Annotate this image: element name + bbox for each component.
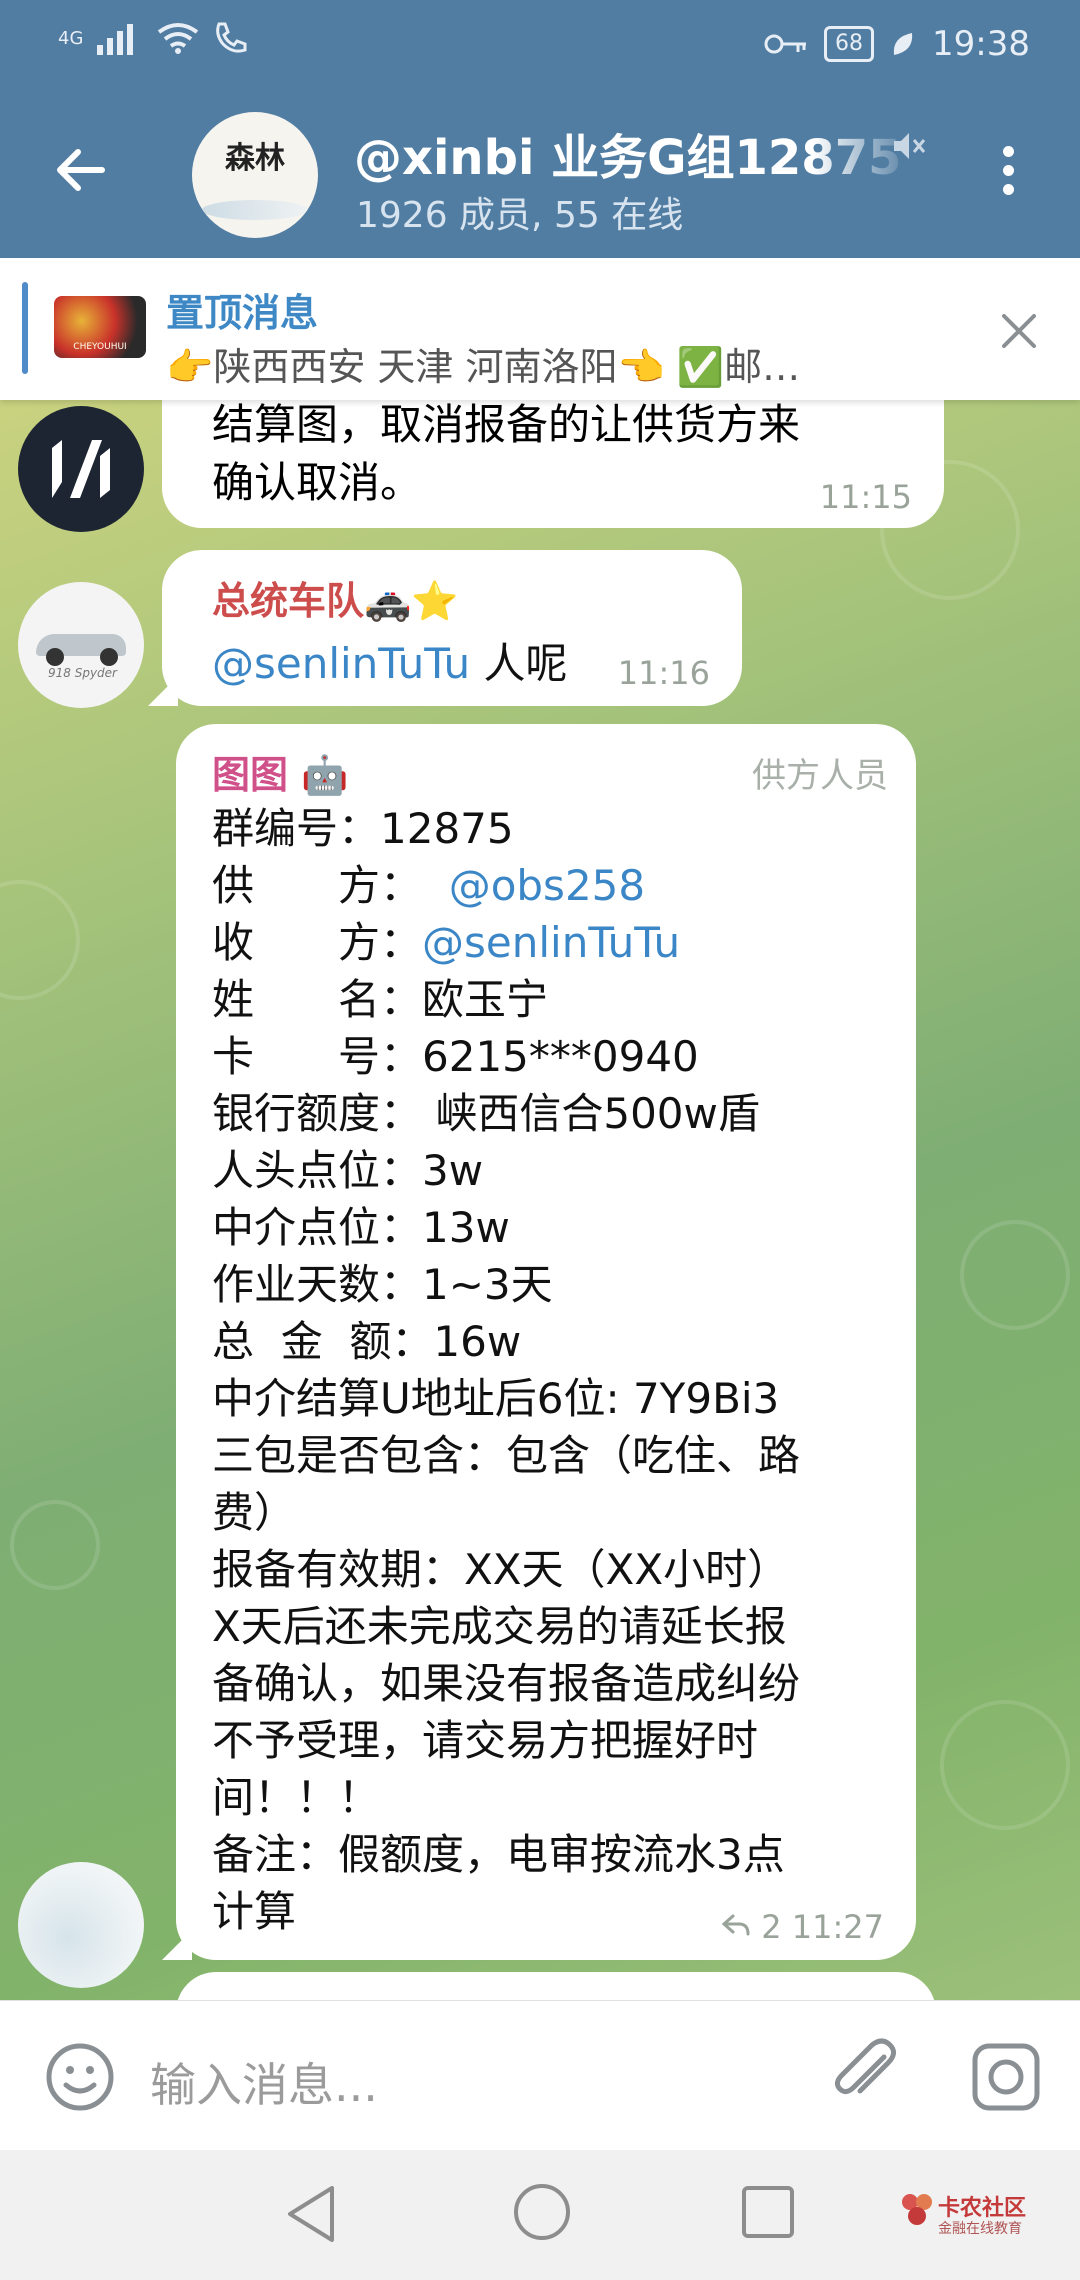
avatar[interactable] (18, 406, 144, 532)
message-line: 银行额度： 峡西信合500w盾 (212, 1089, 760, 1138)
message-text: 群编号：12875 供 方： @obs258 收 方：@senlinTuTu 姓 名：… (212, 800, 902, 1940)
member-count: 1926 成员, 55 在线 (356, 195, 684, 236)
nav-recent-icon[interactable] (740, 2184, 796, 2240)
message-line: 不予受理，请交易方把握好时 (212, 1716, 759, 1765)
message-line: 间！！！ (212, 1773, 381, 1822)
message-line: 供 方： @obs258 (212, 861, 646, 910)
message-line: 中介结算U地址后6位: 7Y9Bi3 (212, 1374, 780, 1423)
message-line: 总 金 额：16w (212, 1317, 522, 1366)
message-line: 卡 号：6215***0940 (212, 1032, 699, 1081)
message-line: 姓 名：欧玉宁 (212, 975, 549, 1024)
pinned-indicator (22, 282, 28, 374)
message-line: 三包是否包含：包含（吃住、路 (212, 1431, 801, 1480)
wifi-icon (158, 23, 199, 54)
chat-title[interactable]: @xinbi 业务G组12875 (354, 118, 914, 188)
signal-icon (97, 24, 134, 55)
message-meta: 2 11:27 (721, 1908, 884, 1946)
message-line: 群编号：12875 (212, 804, 514, 853)
message-input-bar: 输入消息... (0, 2000, 1080, 2150)
message-input[interactable]: 输入消息... (150, 2049, 378, 2115)
message-bubble[interactable]: 总统车队🚓⭐ @senlinTuTu 人呢 11:16 (148, 550, 742, 706)
emoji-icon[interactable] (44, 2041, 116, 2113)
network-label: 4G (58, 27, 84, 49)
message-line: 备注：假额度，电审按流水3点 (212, 1830, 785, 1879)
mention-link[interactable]: @senlinTuTu (422, 918, 680, 967)
message-line: 费） (212, 1488, 297, 1537)
watermark: 卡农社区 金融在线教育 (900, 2186, 1050, 2246)
reply-icon (721, 1914, 750, 1936)
avatar[interactable]: 918 Spyder (18, 582, 144, 708)
reply-count: 2 (761, 1908, 782, 1946)
message-bubble[interactable]: 结算图，取消报备的让供货方来 确认取消。 11:15 (162, 400, 944, 528)
message-line: 收 方：@senlinTuTu (212, 918, 681, 967)
call-icon (216, 22, 247, 53)
status-time: 19:38 (932, 24, 1030, 64)
message-bubble[interactable]: 图图 🤖 供方人员 群编号：12875 供 方： @obs258 收 方：@senl… (162, 724, 916, 1960)
sender-name[interactable]: 总统车队🚓⭐ (212, 570, 459, 625)
back-arrow-icon[interactable] (50, 140, 110, 200)
attach-icon[interactable] (826, 2035, 906, 2115)
avatar[interactable] (18, 1862, 144, 1988)
group-avatar-text: 森林 (225, 141, 285, 176)
key-icon (764, 34, 807, 54)
mention-link[interactable]: @senlinTuTu (212, 639, 470, 688)
nav-back-icon[interactable] (282, 2182, 344, 2246)
message-text: 结算图，取消报备的让供货方来 确认取消。 (212, 400, 801, 507)
message-text: @senlinTuTu 人呢 (212, 639, 568, 688)
more-menu-icon[interactable] (998, 146, 1018, 202)
pinned-thumbnail: CHEYOUHUI (54, 296, 146, 358)
pinned-title: 置顶消息 (166, 291, 319, 335)
message-line: 报备有效期：XX天（XX小时） (212, 1545, 790, 1594)
sender-name[interactable]: 图图 🤖 (212, 744, 349, 799)
system-nav-bar: 卡农社区 金融在线教育 (0, 2150, 1080, 2280)
message-time: 11:27 (791, 1908, 884, 1946)
group-avatar[interactable]: 森林 (192, 112, 318, 238)
pinned-text: 👉陕西西安 天津 河南洛阳👈 ✅邮… (166, 345, 801, 389)
mute-icon (894, 133, 926, 159)
message-line: 中介点位：13w (212, 1203, 510, 1252)
app-header: 4G 68 19:38 森林 @xinbi 业务G组12875 1926 成员,… (0, 0, 1080, 258)
status-bar: 4G 68 19:38 (0, 0, 1080, 90)
message-line: 作业天数：1~3天 (212, 1260, 553, 1309)
message-time: 11:16 (617, 654, 710, 692)
chat-area[interactable]: 结算图，取消报备的让供货方来 确认取消。 11:15 918 Spyder 总统… (0, 400, 1080, 2000)
message-bubble[interactable] (176, 1972, 936, 2000)
pinned-message-bar[interactable]: CHEYOUHUI 置顶消息 👉陕西西安 天津 河南洛阳👈 ✅邮… (0, 258, 1080, 400)
watermark-logo-icon (902, 2194, 932, 2225)
leaf-icon (893, 33, 913, 55)
message-line: 备确认，如果没有报备造成纠纷 (212, 1659, 801, 1708)
message-line: X天后还未完成交易的请延长报 (212, 1602, 787, 1651)
nav-home-icon[interactable] (510, 2180, 574, 2244)
close-icon[interactable] (996, 308, 1042, 354)
camera-icon[interactable] (970, 2041, 1042, 2113)
message-time: 11:15 (819, 478, 912, 516)
mention-link[interactable]: @obs258 (449, 861, 645, 910)
sender-badge: 供方人员 (752, 756, 888, 796)
battery-indicator: 68 (824, 26, 875, 62)
message-line: 人头点位：3w (212, 1146, 484, 1195)
